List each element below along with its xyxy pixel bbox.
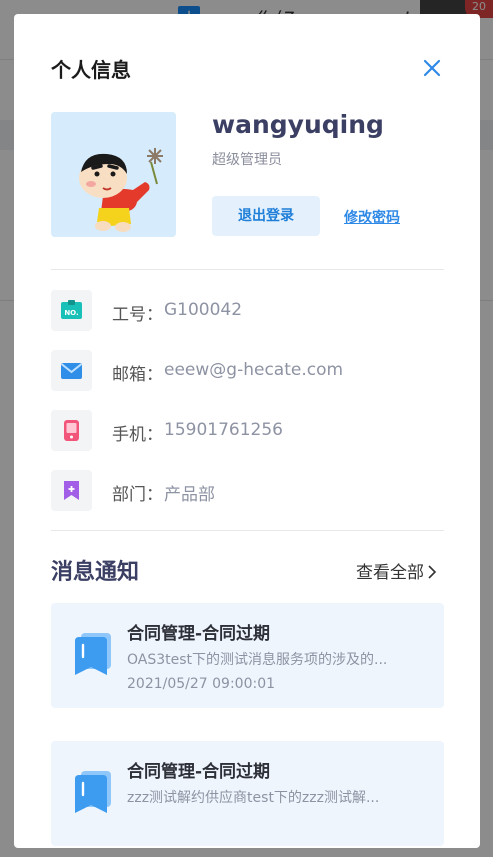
phone-icon [64, 420, 79, 441]
department-label: 部门： [112, 485, 163, 505]
close-icon [423, 59, 441, 77]
email-label: 邮箱： [112, 365, 163, 385]
notification-title: 合同管理-合同过期 [127, 762, 271, 782]
notification-description: OAS3test下的测试消息服务项的涉及的... [127, 652, 388, 668]
mail-icon [60, 363, 83, 379]
notification-time: 2021/05/27 09:00:01 [127, 676, 276, 692]
logout-button[interactable]: 退出登录 [212, 196, 320, 236]
info-row-phone: 手机： 15901761256 [51, 410, 444, 452]
username: wangyuqing [212, 110, 384, 139]
employee-id-value: G100042 [164, 300, 243, 320]
info-row-department: 部门： 产品部 [51, 470, 444, 512]
info-icon-container: NO. [51, 290, 92, 331]
cartoon-avatar-icon [51, 112, 176, 237]
id-badge-icon: NO. [61, 300, 82, 319]
info-icon-container [51, 350, 92, 391]
notification-item[interactable]: 合同管理-合同过期 zzz测试解约供应商test下的zzz测试解... [51, 741, 444, 846]
close-button[interactable] [418, 54, 446, 82]
change-password-link[interactable]: 修改密码 [344, 207, 400, 227]
svg-text:NO.: NO. [64, 309, 78, 317]
info-icon-container [51, 410, 92, 451]
notification-title: 合同管理-合同过期 [127, 624, 271, 644]
modal-title: 个人信息 [51, 58, 131, 82]
user-avatar [51, 112, 176, 237]
phone-label: 手机： [112, 425, 163, 445]
message-icon [75, 633, 111, 675]
divider [51, 269, 444, 270]
info-icon-container [51, 470, 92, 511]
phone-value: 15901761256 [164, 420, 283, 440]
notifications-title: 消息通知 [51, 560, 140, 585]
notification-item[interactable]: 合同管理-合同过期 OAS3test下的测试消息服务项的涉及的... 2021/… [51, 603, 444, 708]
view-all-link[interactable]: 查看全部 [356, 558, 437, 583]
department-value: 产品部 [164, 485, 215, 505]
user-role: 超级管理员 [212, 152, 282, 168]
email-value: eeew@g-hecate.com [164, 360, 344, 380]
employee-id-label: 工号： [112, 305, 163, 325]
info-row-email: 邮箱： eeew@g-hecate.com [51, 350, 444, 392]
message-icon [75, 771, 111, 813]
notification-description: zzz测试解约供应商test下的zzz测试解... [127, 790, 380, 806]
view-all-label: 查看全部 [356, 563, 424, 583]
bookmark-icon [64, 481, 79, 500]
profile-modal: 个人信息 wangyuqing 超级管理员 退出登录 修改密码 NO. 工号： … [14, 14, 480, 848]
info-row-employee-id: NO. 工号： G100042 [51, 290, 444, 332]
divider [51, 530, 444, 531]
chevron-right-icon [428, 565, 437, 579]
